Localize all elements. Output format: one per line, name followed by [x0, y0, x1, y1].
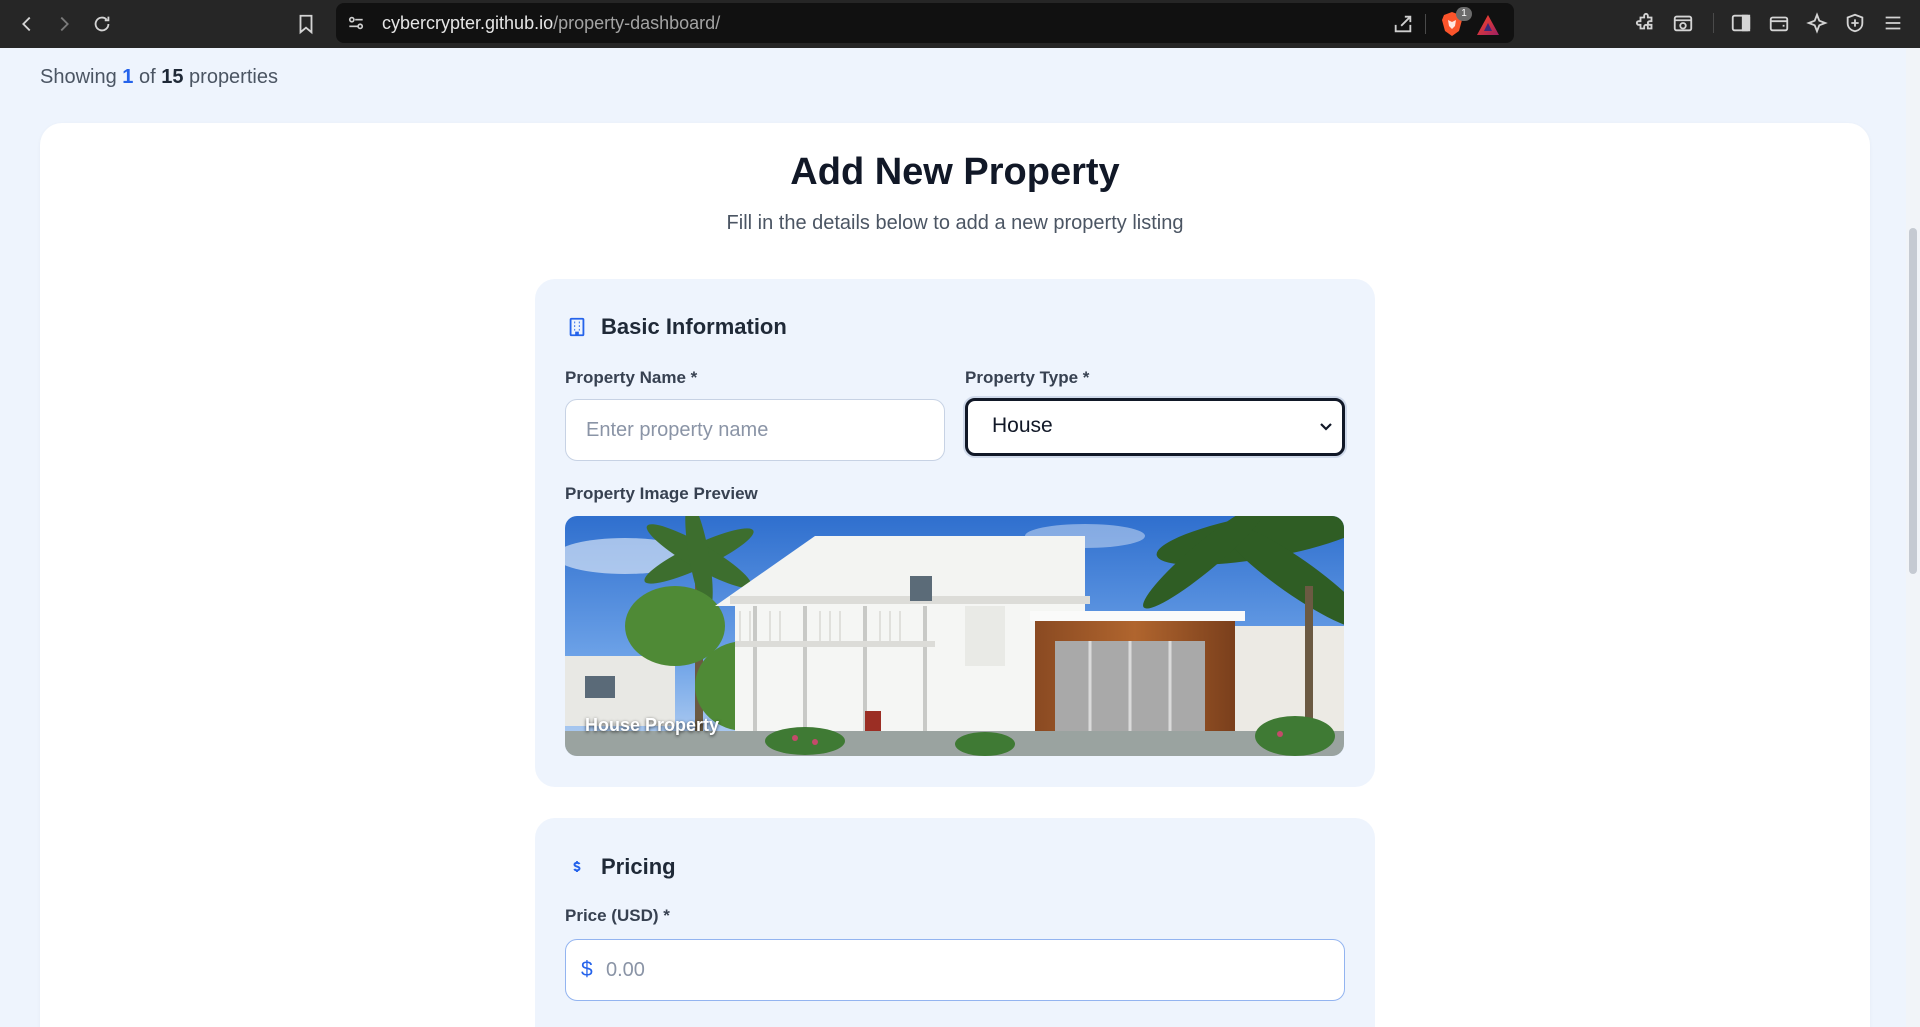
currency-symbol: $: [581, 958, 593, 981]
property-name-field[interactable]: [565, 399, 945, 461]
price-field[interactable]: $: [565, 939, 1345, 1001]
property-type-select[interactable]: House: [965, 398, 1345, 456]
property-type-value: House: [992, 414, 1053, 437]
share-icon[interactable]: [1392, 13, 1414, 35]
results-of: of: [138, 66, 156, 88]
image-caption: House Property: [585, 715, 720, 735]
page-title: Add New Property: [790, 151, 1120, 193]
image-preview-label: Property Image Preview: [565, 484, 758, 503]
forward-icon[interactable]: [50, 10, 78, 38]
basic-information-header: Basic Information: [565, 314, 787, 340]
basic-information-section: Basic Information Property Name * Proper…: [535, 279, 1375, 787]
scrollbar-thumb[interactable]: [1909, 228, 1917, 574]
address-bar[interactable]: cybercrypter.github.io/property-dashboar…: [336, 3, 1514, 43]
browser-toolbar: cybercrypter.github.io/property-dashboar…: [0, 0, 1920, 48]
page-scrollbar[interactable]: [1906, 48, 1920, 1027]
url-path: /property-dashboard/: [553, 13, 721, 33]
property-name-input[interactable]: [566, 400, 944, 460]
basic-information-title: Basic Information: [601, 314, 787, 339]
results-prefix: Showing: [40, 66, 117, 88]
price-label: Price (USD) *: [565, 906, 670, 925]
reload-icon[interactable]: [88, 10, 116, 38]
property-name-label: Property Name *: [565, 368, 698, 387]
pricing-header: Pricing: [565, 854, 676, 880]
results-current: 1: [122, 66, 134, 88]
sidebar-icon[interactable]: [1728, 10, 1754, 36]
extensions-icon[interactable]: [1633, 10, 1659, 36]
shields-badge: 1: [1456, 7, 1472, 21]
pricing-section: Pricing Price (USD) * $: [535, 818, 1375, 1027]
url-text[interactable]: cybercrypter.github.io/property-dashboar…: [382, 13, 720, 34]
screenshot-icon[interactable]: [1670, 10, 1696, 36]
page-subtitle: Fill in the details below to add a new p…: [726, 212, 1184, 234]
wallet-icon[interactable]: [1766, 10, 1792, 36]
results-suffix: properties: [189, 66, 278, 88]
leo-ai-icon[interactable]: [1804, 10, 1830, 36]
dollar-icon: [565, 855, 589, 879]
chevron-down-icon[interactable]: [1318, 418, 1334, 434]
brave-rewards-icon[interactable]: [1476, 14, 1500, 36]
results-total: 15: [161, 66, 184, 88]
vpn-icon[interactable]: [1842, 10, 1868, 36]
property-image-preview: House Property: [565, 516, 1344, 756]
price-input[interactable]: [606, 940, 1326, 1000]
toolbar-divider: [1713, 13, 1714, 33]
bookmark-icon[interactable]: [292, 10, 320, 38]
url-host: cybercrypter.github.io: [382, 13, 554, 33]
urlbar-divider: [1425, 14, 1426, 34]
building-icon: [565, 315, 589, 339]
back-icon[interactable]: [13, 10, 41, 38]
site-info-icon[interactable]: [346, 13, 366, 33]
results-count: Showing 1 of 15 properties: [40, 66, 278, 89]
menu-icon[interactable]: [1880, 10, 1906, 36]
pricing-title: Pricing: [601, 854, 676, 879]
property-type-label: Property Type *: [965, 368, 1090, 387]
